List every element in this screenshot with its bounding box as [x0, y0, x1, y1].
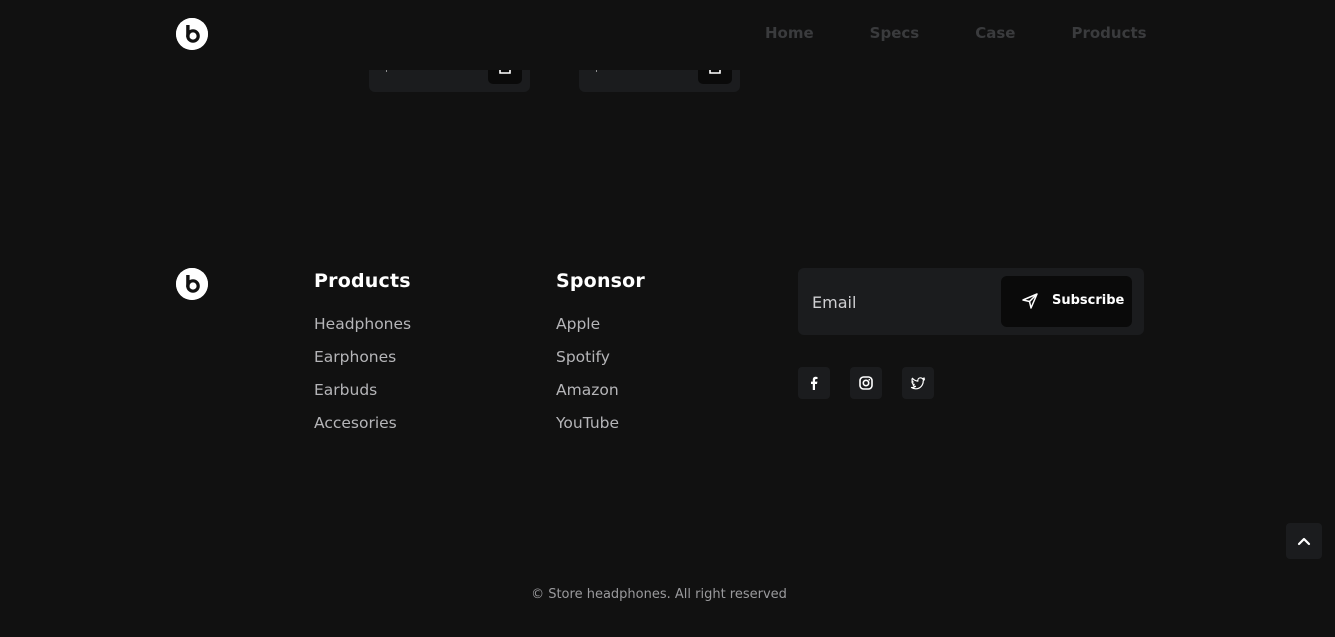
subscribe-button[interactable]: Subscribe — [1001, 276, 1132, 327]
footer-link-apple[interactable]: Apple — [556, 308, 645, 341]
footer-products-column: Products Headphones Earphones Earbuds Ac… — [314, 270, 411, 440]
instagram-icon — [859, 376, 873, 390]
footer-link-earphones[interactable]: Earphones — [314, 341, 411, 374]
twitter-icon — [910, 377, 926, 390]
footer-link-youtube[interactable]: YouTube — [556, 407, 645, 440]
footer-link-earbuds[interactable]: Earbuds — [314, 374, 411, 407]
copyright-text: © Store headphones. All right reserved — [531, 587, 787, 602]
chevron-up-icon — [1297, 537, 1311, 546]
nav-case-link[interactable]: Case — [975, 24, 1015, 42]
instagram-button[interactable] — [850, 367, 882, 399]
beats-logo-icon[interactable] — [176, 18, 208, 50]
twitter-button[interactable] — [902, 367, 934, 399]
footer-link-accesories[interactable]: Accesories — [314, 407, 411, 440]
nav-home-link[interactable]: Home — [765, 24, 814, 42]
facebook-button[interactable] — [798, 367, 830, 399]
newsletter-form: Subscribe — [798, 268, 1144, 335]
facebook-icon — [811, 376, 818, 390]
footer-products-title: Products — [314, 270, 411, 292]
footer-link-spotify[interactable]: Spotify — [556, 341, 645, 374]
send-icon — [1022, 293, 1038, 309]
footer-sponsor-column: Sponsor Apple Spotify Amazon YouTube — [556, 270, 645, 440]
subscribe-label: Subscribe — [1052, 293, 1125, 308]
footer-link-amazon[interactable]: Amazon — [556, 374, 645, 407]
footer-link-headphones[interactable]: Headphones — [314, 308, 411, 341]
main-nav: Home Specs Case Products — [765, 24, 1147, 42]
site-header: Home Specs Case Products — [0, 0, 1335, 70]
beats-logo-icon[interactable] — [176, 268, 208, 300]
footer-sponsor-title: Sponsor — [556, 270, 645, 292]
scroll-to-top-button[interactable] — [1286, 523, 1322, 559]
nav-products-link[interactable]: Products — [1071, 24, 1146, 42]
page: $249 $249 Home Specs C — [0, 0, 1335, 637]
nav-specs-link[interactable]: Specs — [870, 24, 920, 42]
email-input[interactable] — [810, 284, 994, 320]
